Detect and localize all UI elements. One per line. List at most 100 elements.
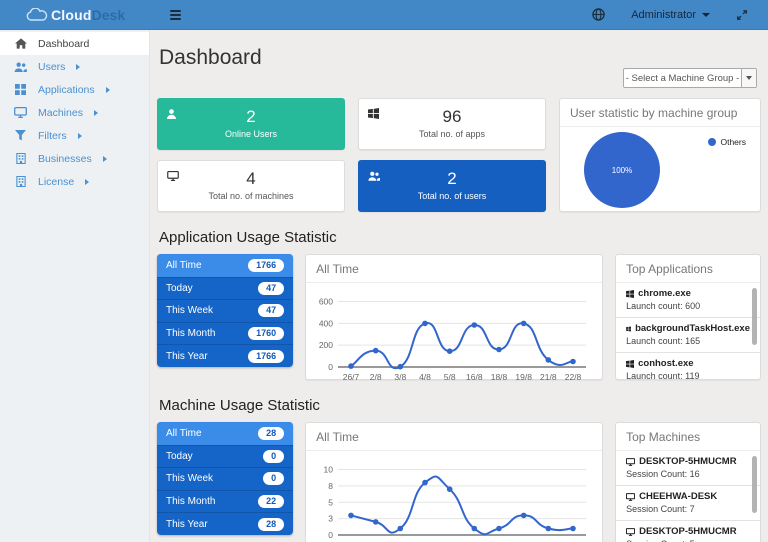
top-application-item: chrome.exe Launch count: 600 bbox=[616, 283, 760, 318]
svg-text:5/8: 5/8 bbox=[444, 372, 456, 382]
filter-this-year[interactable]: This Year 1766 bbox=[157, 344, 293, 367]
sidebar-toggle-button[interactable] bbox=[162, 2, 189, 28]
desktop-icon bbox=[626, 458, 635, 466]
brand-primary: Cloud bbox=[51, 7, 92, 23]
building-icon bbox=[13, 176, 28, 187]
filter-this-month[interactable]: This Month 1760 bbox=[157, 322, 293, 345]
chevron-right-icon bbox=[76, 64, 80, 70]
grid-icon bbox=[13, 84, 28, 95]
svg-text:3: 3 bbox=[328, 514, 333, 524]
svg-text:19/8: 19/8 bbox=[516, 372, 533, 382]
sidebar: Dashboard Users Applications Machines Fi… bbox=[0, 30, 150, 542]
top-machine-item: CHEEHWA-DESK Session Count: 7 bbox=[616, 486, 760, 521]
count-badge: 22 bbox=[258, 495, 284, 508]
user-icon bbox=[167, 106, 176, 124]
scrollbar-thumb[interactable] bbox=[752, 288, 757, 345]
count-badge: 1766 bbox=[248, 259, 284, 272]
chevron-right-icon bbox=[94, 110, 98, 116]
select-arrow-box bbox=[741, 69, 756, 87]
chevron-right-icon bbox=[78, 133, 82, 139]
chevron-down-icon bbox=[746, 76, 752, 80]
svg-text:10: 10 bbox=[324, 465, 334, 475]
filter-this-week[interactable]: This Week 47 bbox=[157, 299, 293, 322]
sidebar-item-label: Machines bbox=[38, 107, 83, 119]
sidebar-item-dashboard[interactable]: Dashboard bbox=[0, 32, 149, 55]
top-machine-item: DESKTOP-5HMUCMR Session Count: 5 bbox=[616, 521, 760, 542]
svg-text:16/8: 16/8 bbox=[466, 372, 483, 382]
stat-label: Online Users bbox=[158, 129, 344, 139]
sidebar-item-label: License bbox=[38, 176, 74, 188]
home-icon bbox=[13, 38, 28, 49]
desktop-icon bbox=[13, 107, 28, 118]
filter-all-time[interactable]: All Time 28 bbox=[157, 422, 293, 445]
sidebar-item-license[interactable]: License bbox=[0, 170, 149, 193]
stat-card-total-machines: 4 Total no. of machines bbox=[157, 160, 345, 212]
caret-down-icon bbox=[702, 13, 710, 17]
svg-text:5: 5 bbox=[328, 497, 333, 507]
top-machines-panel: Top Machines DESKTOP-5HMUCMR Session Cou… bbox=[615, 422, 761, 542]
filter-this-year[interactable]: This Year 28 bbox=[157, 512, 293, 535]
hamburger-icon bbox=[170, 10, 181, 12]
scrollbar-thumb[interactable] bbox=[752, 456, 757, 513]
stat-card-total-users: 2 Total no. of users bbox=[358, 160, 546, 212]
filter-today[interactable]: Today 47 bbox=[157, 277, 293, 300]
svg-text:0: 0 bbox=[328, 530, 333, 540]
legend-label: Others bbox=[720, 137, 746, 147]
filter-all-time[interactable]: All Time 1766 bbox=[157, 254, 293, 277]
main-content: Dashboard - Select a Machine Group - 2 O… bbox=[150, 30, 768, 542]
svg-text:4/8: 4/8 bbox=[419, 372, 431, 382]
count-badge: 28 bbox=[258, 427, 284, 440]
stat-label: Total no. of machines bbox=[158, 191, 344, 201]
top-applications-panel: Top Applications chrome.exe Launch count… bbox=[615, 254, 761, 380]
filter-this-month[interactable]: This Month 22 bbox=[157, 490, 293, 513]
language-button[interactable] bbox=[592, 8, 605, 21]
filter-this-week[interactable]: This Week 0 bbox=[157, 467, 293, 490]
top-navbar: CloudDesk Administrator bbox=[0, 0, 768, 30]
svg-text:3/8: 3/8 bbox=[395, 372, 407, 382]
stat-card-total-apps: 96 Total no. of apps bbox=[358, 98, 546, 150]
count-badge: 28 bbox=[258, 518, 284, 531]
sidebar-item-filters[interactable]: Filters bbox=[0, 124, 149, 147]
section-title-machine-usage: Machine Usage Statistic bbox=[159, 397, 761, 414]
desktop-icon bbox=[626, 528, 635, 536]
machine-group-select[interactable]: - Select a Machine Group - bbox=[623, 68, 757, 88]
stat-value: 96 bbox=[359, 107, 545, 127]
app-usage-filter-list: All Time 1766 Today 47 This Week 47 This… bbox=[157, 254, 293, 367]
chart-title: All Time bbox=[306, 423, 602, 451]
app-usage-line-chart: 020040060026/72/83/84/85/816/818/819/821… bbox=[308, 287, 596, 385]
windows-icon bbox=[368, 106, 379, 124]
chevron-right-icon bbox=[106, 87, 110, 93]
users-icon bbox=[13, 62, 28, 72]
top-panel-title: Top Applications bbox=[616, 255, 760, 283]
filter-today[interactable]: Today 0 bbox=[157, 445, 293, 468]
top-application-item: conhost.exe Launch count: 119 bbox=[616, 353, 760, 380]
pie-legend: Others bbox=[708, 137, 746, 147]
chevron-right-icon bbox=[103, 156, 107, 162]
windows-icon bbox=[626, 325, 631, 333]
app-logo[interactable]: CloudDesk bbox=[0, 7, 150, 23]
sidebar-item-machines[interactable]: Machines bbox=[0, 101, 149, 124]
pie-chart: 100% bbox=[584, 132, 660, 208]
count-badge: 0 bbox=[263, 472, 284, 485]
sidebar-item-label: Applications bbox=[38, 84, 95, 96]
users-icon bbox=[368, 168, 380, 186]
fullscreen-toggle-button[interactable] bbox=[736, 9, 748, 21]
stat-cards-grid: 2 Online Users 96 Total no. of apps 4 To… bbox=[157, 98, 546, 212]
svg-text:18/8: 18/8 bbox=[491, 372, 508, 382]
page-title: Dashboard bbox=[157, 40, 761, 70]
machine-usage-filter-list: All Time 28 Today 0 This Week 0 This Mon… bbox=[157, 422, 293, 535]
brand-secondary: Desk bbox=[92, 7, 125, 23]
sidebar-item-businesses[interactable]: Businesses bbox=[0, 147, 149, 170]
machine-group-select-value: - Select a Machine Group - bbox=[624, 73, 741, 84]
sidebar-item-label: Users bbox=[38, 61, 65, 73]
windows-icon bbox=[626, 360, 634, 368]
stat-value: 2 bbox=[359, 169, 545, 189]
user-menu-dropdown[interactable]: Administrator bbox=[631, 9, 710, 21]
machine-usage-chart-panel: All Time 035810 bbox=[305, 422, 603, 542]
sidebar-item-applications[interactable]: Applications bbox=[0, 78, 149, 101]
stat-value: 4 bbox=[158, 169, 344, 189]
sidebar-item-users[interactable]: Users bbox=[0, 55, 149, 78]
user-menu-label: Administrator bbox=[631, 9, 696, 21]
svg-text:600: 600 bbox=[319, 297, 333, 307]
svg-text:26/7: 26/7 bbox=[343, 372, 360, 382]
